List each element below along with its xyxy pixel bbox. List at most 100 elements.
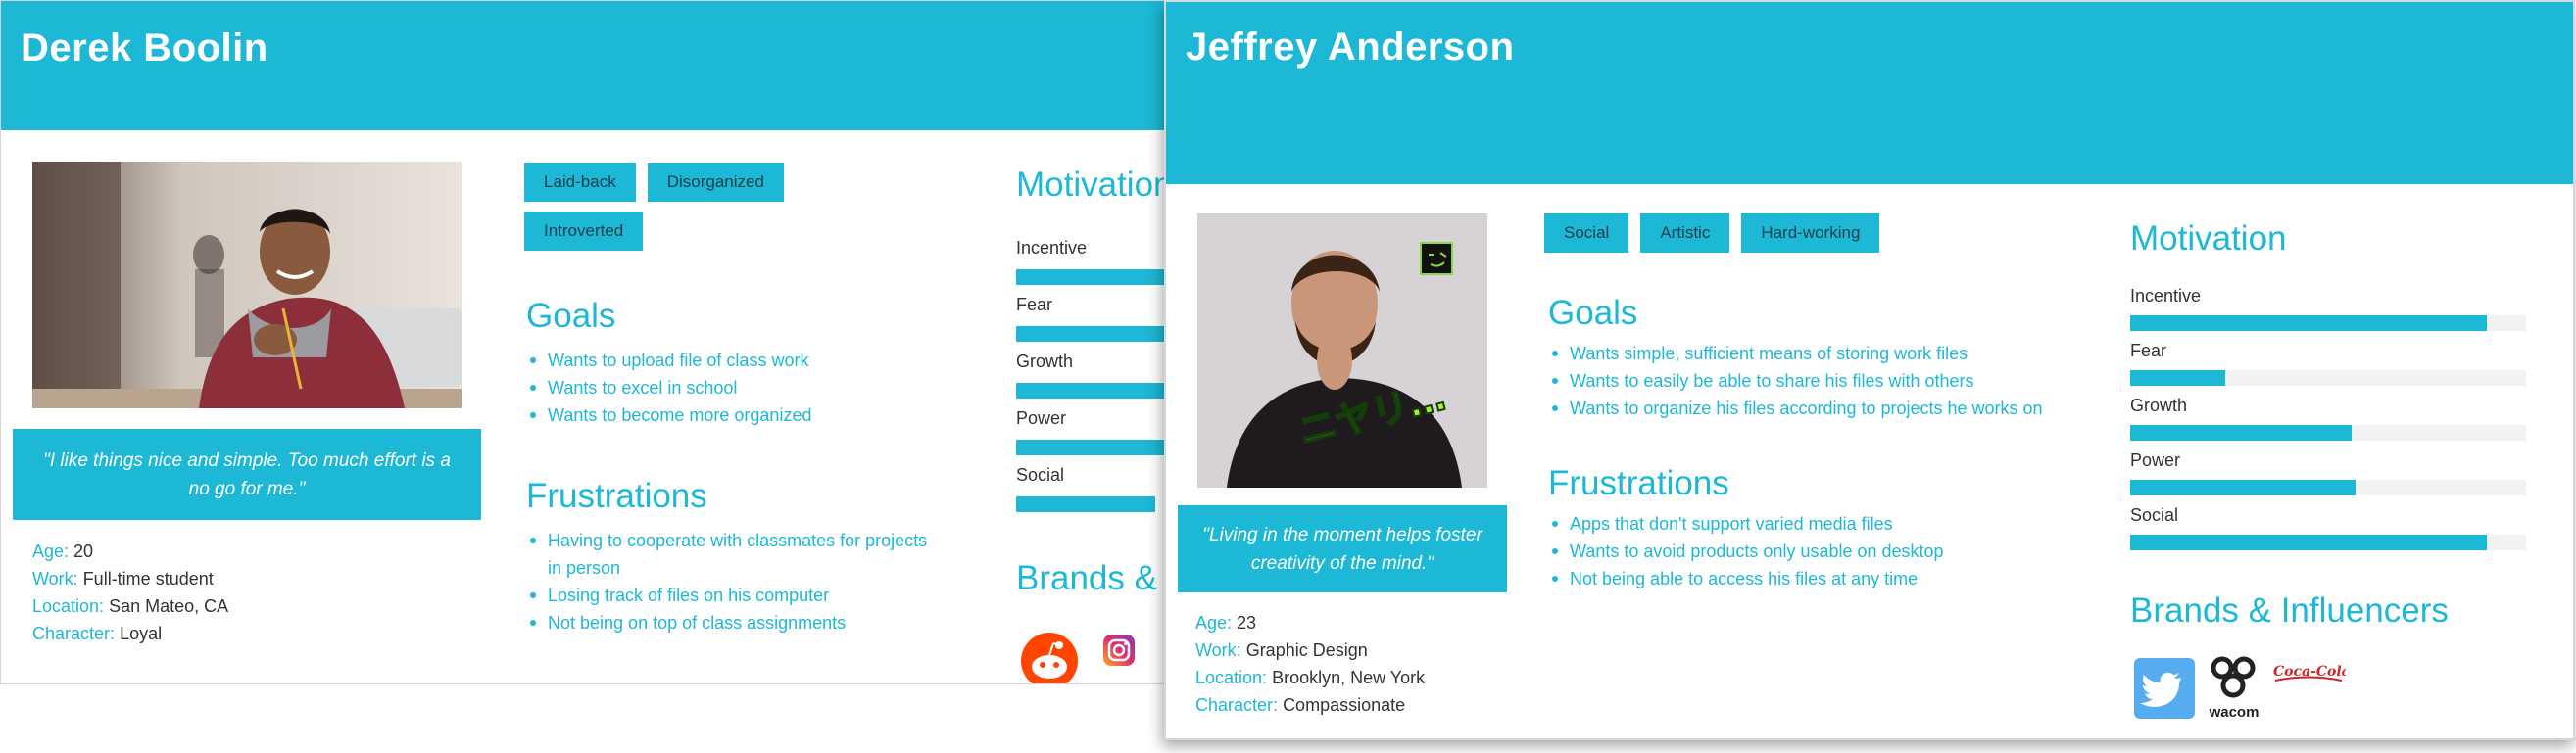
info-label: Location:: [1195, 668, 1268, 687]
motivation-bar: [1016, 326, 1167, 342]
info-label: Work:: [1195, 640, 1241, 660]
goals-list: Wants simple, sufficient means of storin…: [1548, 340, 2079, 422]
frustrations-title: Frustrations: [526, 477, 707, 515]
persona-photo: [32, 162, 462, 408]
wacom-icon: wacom: [2205, 654, 2263, 728]
motivation-bar-fill: [2130, 425, 2353, 441]
persona-card-derek: Derek Boolin "I like things nice and sim…: [0, 0, 1168, 684]
list-item: Wants to avoid products only usable on d…: [1552, 538, 2079, 565]
motivation-title: Motivation: [1016, 165, 1168, 204]
trait-tag: Artistic: [1640, 213, 1730, 253]
trait-tags: Social Artistic Hard-working: [1544, 213, 1956, 253]
motivation-bar-fill: [1016, 440, 1167, 455]
persona-info: Age: 23 Work: Graphic Design Location: B…: [1195, 609, 1425, 719]
info-work: Work: Full-time student: [32, 565, 228, 592]
motivation-bar: [1016, 269, 1167, 285]
motivation-bar: [1016, 496, 1155, 512]
list-item: Not being on top of class assignments: [530, 609, 940, 636]
motivation-bar: [2130, 425, 2526, 441]
motivation-label: Power: [2130, 450, 2181, 470]
motivation-label: Incentive: [2130, 286, 2202, 306]
info-character: Character: Compassionate: [1195, 691, 1425, 719]
motivation-label: Growth: [2130, 396, 2188, 415]
motivation-label: Social: [2130, 505, 2179, 525]
twitter-icon: [2134, 658, 2195, 724]
list-item: Wants to excel in school: [530, 374, 959, 401]
info-age: Age: 20: [32, 538, 228, 565]
list-item: Wants to organize his files according to…: [1552, 395, 2079, 422]
motivation-bar: [2130, 315, 2526, 331]
motivation-bar-fill: [2130, 370, 2225, 386]
trait-tag: Social: [1544, 213, 1629, 253]
trait-tag: Laid-back: [524, 163, 636, 202]
motivation-bar-fill: [2130, 535, 2487, 550]
motivation-label: Incentive: [1016, 238, 1088, 258]
motivation-bar-fill: [1016, 269, 1167, 285]
info-work: Work: Graphic Design: [1195, 636, 1425, 664]
info-location: Location: San Mateo, CA: [32, 592, 228, 620]
persona-photo: ニヤリ…: [1197, 213, 1487, 488]
info-label: Character:: [1195, 695, 1279, 715]
info-value: Full-time student: [82, 569, 214, 588]
reddit-icon: [1020, 632, 1079, 683]
motivation-label: Fear: [2130, 341, 2167, 360]
persona-name: Jeffrey Anderson: [1186, 25, 1515, 69]
persona-header: Derek Boolin: [1, 1, 1167, 130]
trait-tags: Laid-back Disorganized Introverted: [524, 163, 897, 251]
motivation-bar: [2130, 535, 2526, 550]
list-item: Wants to upload file of class work: [530, 347, 959, 374]
goals-list: Wants to upload file of class work Wants…: [526, 347, 959, 429]
persona-quote: "I like things nice and simple. Too much…: [13, 429, 481, 520]
persona-quote: "Living in the moment helps foster creat…: [1178, 505, 1507, 592]
info-value: San Mateo, CA: [109, 596, 229, 616]
motivation-title: Motivation: [2130, 219, 2287, 258]
wacom-label: wacom: [2209, 704, 2260, 721]
goals-title: Goals: [1548, 294, 1638, 332]
trait-tag: Hard-working: [1741, 213, 1880, 253]
motivation-bar-fill: [1016, 383, 1167, 399]
info-character: Character: Loyal: [32, 620, 228, 647]
persona-header: Jeffrey Anderson: [1166, 2, 2573, 184]
motivation-label: Fear: [1016, 295, 1053, 314]
persona-info: Age: 20 Work: Full-time student Location…: [32, 538, 228, 647]
motivation-bar-fill: [1016, 496, 1155, 512]
trait-tag: Disorganized: [647, 163, 784, 202]
info-value: 23: [1237, 613, 1257, 633]
info-value: Loyal: [120, 624, 163, 643]
info-label: Age:: [1195, 613, 1233, 633]
motivation-bar: [2130, 370, 2526, 386]
list-item: Wants to become more organized: [530, 401, 959, 429]
info-label: Work:: [32, 569, 78, 588]
motivation-bar-fill: [1016, 326, 1167, 342]
motivation-label: Growth: [1016, 352, 1074, 371]
info-label: Character:: [32, 624, 116, 643]
instagram-icon: [1102, 634, 1136, 672]
list-item: Losing track of files on his computer: [530, 582, 940, 609]
persona-name: Derek Boolin: [21, 26, 268, 70]
info-location: Location: Brooklyn, New York: [1195, 664, 1425, 691]
brands-title: Brands & Influencers: [2130, 591, 2449, 630]
frustrations-list: Apps that don't support varied media fil…: [1548, 510, 2079, 592]
trait-tag: Introverted: [524, 212, 644, 251]
brands-title: Brands & Influencers: [1016, 559, 1167, 597]
list-item: Wants to easily be able to share his fil…: [1552, 367, 2079, 395]
info-value: Brooklyn, New York: [1272, 668, 1426, 687]
info-label: Location:: [32, 596, 105, 616]
info-age: Age: 23: [1195, 609, 1425, 636]
frustrations-title: Frustrations: [1548, 464, 1729, 502]
persona-card-jeffrey: Jeffrey Anderson ニヤリ… "Living in the mom…: [1164, 0, 2575, 740]
motivation-label: Social: [1016, 465, 1065, 485]
list-item: Having to cooperate with classmates for …: [530, 527, 940, 582]
info-label: Age:: [32, 541, 70, 561]
motivation-bar: [1016, 383, 1167, 399]
info-value: 20: [73, 541, 94, 561]
motivation-bar: [1016, 440, 1167, 455]
info-value: Compassionate: [1283, 695, 1406, 715]
info-value: Graphic Design: [1245, 640, 1368, 660]
motivation-bar-fill: [2130, 480, 2357, 495]
list-item: Not being able to access his files at an…: [1552, 565, 2079, 592]
motivation-bar: [2130, 480, 2526, 495]
list-item: Wants simple, sufficient means of storin…: [1552, 340, 2079, 367]
goals-title: Goals: [526, 297, 616, 335]
motivation-bar-fill: [2130, 315, 2487, 331]
